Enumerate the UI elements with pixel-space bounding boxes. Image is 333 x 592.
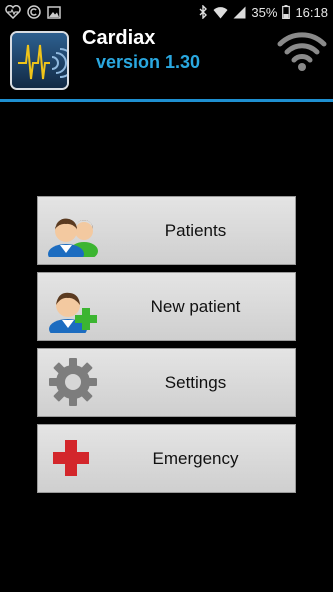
add-patient-icon [46, 281, 102, 339]
app-version: version 1.30 [96, 52, 201, 72]
bluetooth-icon [198, 5, 208, 19]
status-bar: 35% 16:18 [0, 0, 333, 24]
copyright-icon [27, 5, 41, 19]
patients-button[interactable]: Patients [37, 196, 296, 265]
emergency-button[interactable]: Emergency [37, 424, 296, 493]
header-divider [0, 99, 333, 102]
new-patient-button[interactable]: New patient [37, 272, 296, 341]
main-menu: Patients New patient Settings Emergency [37, 196, 296, 500]
app-title: Cardiax [82, 27, 156, 49]
image-icon [47, 5, 61, 19]
red-cross-icon [46, 433, 102, 485]
app-header: Cardiax version 1.30 [0, 24, 333, 100]
battery-percent: 35% [251, 4, 278, 20]
ecg-logo-icon [10, 31, 69, 90]
battery-icon [282, 5, 291, 19]
wifi-signal-icon [213, 6, 228, 19]
patients-icon [46, 205, 102, 264]
clock: 16:18 [295, 4, 328, 20]
gear-icon [46, 357, 102, 409]
wifi-icon [277, 30, 327, 72]
settings-button[interactable]: Settings [37, 348, 296, 417]
heart-rate-icon [5, 5, 21, 19]
cell-signal-icon [233, 6, 246, 19]
